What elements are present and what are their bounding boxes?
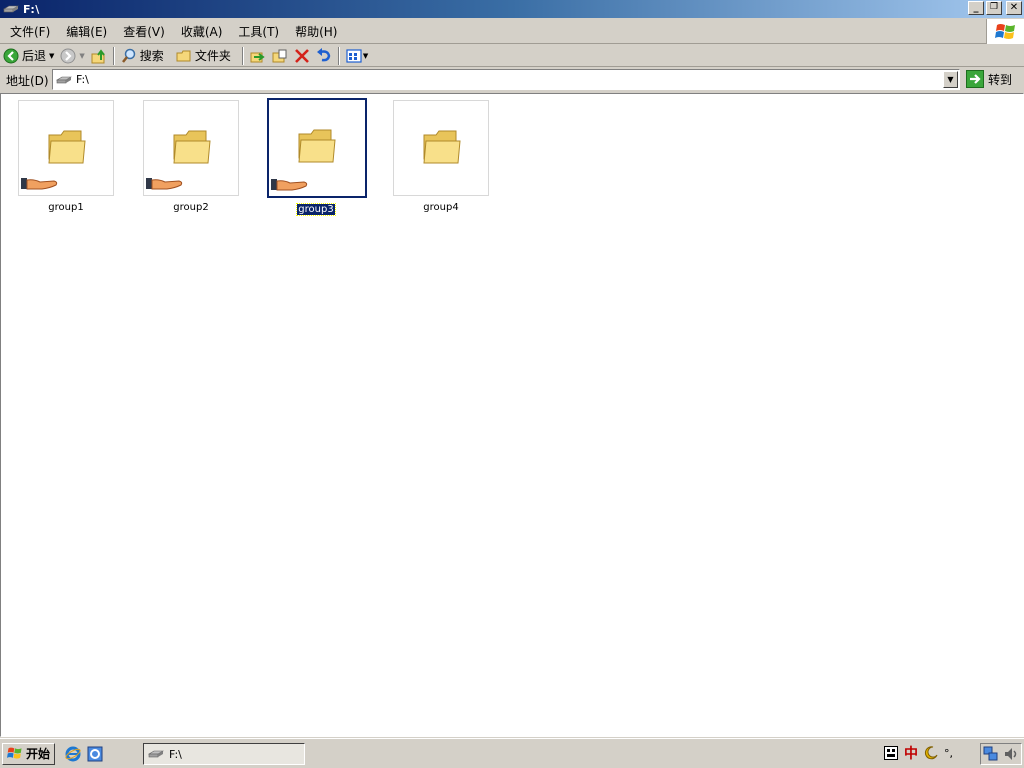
taskbar: 开始 F:\ 中 °, [0, 738, 1024, 768]
toolbar: 后退 ▼ ▼ 搜索 文件夹 ▼ [0, 45, 1024, 67]
minimize-button[interactable]: _ [968, 1, 984, 15]
language-bar: 中 °, [884, 743, 953, 763]
go-label: 转到 [988, 72, 1013, 87]
menu-file[interactable]: 文件(F) [0, 23, 58, 40]
delete-icon [294, 48, 309, 63]
shared-hand-icon [271, 179, 308, 191]
toolbar-separator [337, 46, 340, 65]
ime-mode-indicator[interactable]: 中 [904, 743, 918, 763]
folders-icon [176, 50, 191, 61]
folder-item-group2[interactable]: group2 [142, 100, 240, 213]
undo-icon [316, 47, 331, 61]
toolbar-separator [112, 46, 115, 65]
folder-view[interactable]: group1 group2 group3 group4 [0, 93, 1024, 737]
menu-favorites[interactable]: 收藏(A) [173, 23, 231, 40]
menu-tools[interactable]: 工具(T) [230, 23, 287, 40]
address-label: 地址(D) [6, 73, 49, 88]
folder-thumbnail[interactable] [18, 100, 114, 196]
folder-item-group1[interactable]: group1 [17, 100, 115, 213]
toolbar-separator [241, 46, 244, 65]
keyboard-layout-icon[interactable] [884, 746, 898, 760]
internet-explorer-icon[interactable] [65, 746, 81, 762]
close-button[interactable]: ✕ [1006, 1, 1022, 15]
shared-hand-icon [146, 178, 183, 190]
folder-thumbnail[interactable] [143, 100, 239, 196]
search-icon [121, 48, 136, 63]
menu-view[interactable]: 查看(V) [115, 23, 173, 40]
delete-button[interactable] [291, 46, 313, 66]
folder-icon [423, 130, 461, 164]
back-dropdown-icon[interactable]: ▼ [49, 52, 54, 60]
shared-hand-icon [21, 178, 58, 190]
title-bar[interactable]: F:\ _ ❐ ✕ [0, 0, 1024, 18]
go-arrow-icon [966, 70, 984, 88]
forward-arrow-icon [60, 48, 76, 63]
folder-thumbnail[interactable] [267, 98, 367, 198]
copy-to-button[interactable] [269, 46, 291, 66]
window-title: F:\ [23, 2, 40, 16]
drive-icon [56, 76, 72, 83]
network-icon[interactable] [983, 746, 999, 762]
menu-help[interactable]: 帮助(H) [287, 23, 345, 40]
views-dropdown-icon[interactable]: ▼ [363, 52, 368, 60]
folder-icon [298, 129, 336, 163]
start-label: 开始 [26, 747, 51, 761]
folder-thumbnail[interactable] [393, 100, 489, 196]
address-value: F:\ [76, 73, 89, 86]
half-width-moon-icon[interactable] [924, 746, 938, 760]
folder-label: group4 [423, 202, 459, 213]
move-to-button[interactable] [247, 46, 269, 66]
search-label: 搜索 [139, 49, 164, 63]
back-arrow-icon [3, 48, 19, 63]
drive-icon [148, 750, 164, 758]
back-button[interactable]: 后退 ▼ [0, 46, 57, 66]
folder-label: group3 [296, 203, 336, 216]
folder-label: group1 [48, 202, 84, 213]
menu-bar: 文件(F) 编辑(E) 查看(V) 收藏(A) 工具(T) 帮助(H) [0, 19, 1024, 44]
back-label: 后退 [22, 49, 47, 63]
address-input[interactable]: F:\ ▼ [52, 69, 960, 90]
folder-icon [48, 130, 86, 164]
address-bar: 地址(D) F:\ ▼ 转到 [0, 68, 1024, 92]
up-folder-icon [91, 48, 105, 63]
show-desktop-icon[interactable] [87, 746, 103, 762]
system-tray [980, 743, 1022, 765]
go-button[interactable]: 转到 [966, 70, 1012, 88]
folder-label: group2 [173, 202, 209, 213]
maximize-button[interactable]: ❐ [986, 1, 1002, 15]
move-to-icon [250, 52, 265, 62]
undo-button[interactable] [313, 46, 335, 66]
taskbar-window-label: F:\ [169, 747, 182, 761]
folders-label: 文件夹 [194, 49, 231, 63]
windows-logo-icon [986, 19, 1024, 44]
address-dropdown-button[interactable]: ▼ [943, 71, 958, 88]
views-button[interactable]: ▼ [343, 46, 371, 66]
forward-dropdown-icon[interactable]: ▼ [79, 52, 84, 60]
folder-item-group4[interactable]: group4 [392, 100, 490, 213]
views-icon [346, 48, 362, 63]
quick-launch [65, 746, 103, 762]
folder-icon [173, 130, 211, 164]
windows-logo-icon [7, 747, 22, 759]
taskbar-window-button[interactable]: F:\ [143, 743, 305, 765]
volume-icon[interactable] [1003, 746, 1019, 762]
folder-item-group3[interactable]: group3 [267, 98, 367, 216]
menu-edit[interactable]: 编辑(E) [58, 23, 115, 40]
copy-to-icon [272, 49, 287, 62]
start-button[interactable]: 开始 [2, 742, 56, 765]
up-folder-button[interactable] [88, 46, 110, 66]
folders-button[interactable]: 文件夹 [173, 46, 234, 66]
search-button[interactable]: 搜索 [118, 46, 167, 66]
forward-button[interactable]: ▼ [57, 46, 87, 66]
punctuation-indicator[interactable]: °, [944, 747, 953, 760]
drive-icon [2, 3, 20, 15]
